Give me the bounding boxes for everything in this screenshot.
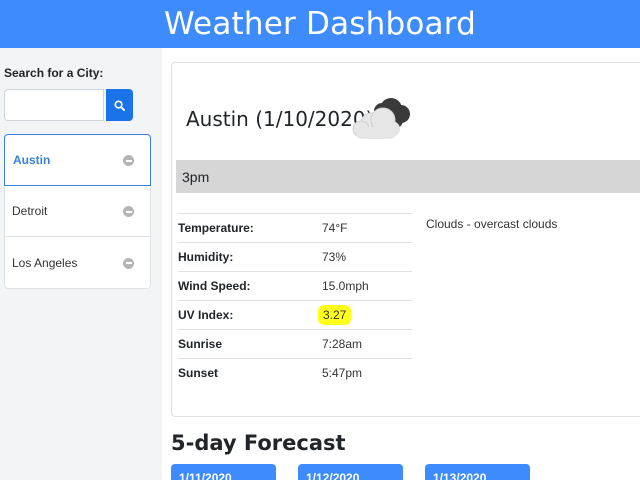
remove-city-icon[interactable] [123,206,134,217]
detail-label: Temperature: [178,221,254,235]
forecast-title: 5-day Forecast [171,431,346,455]
detail-label: Sunrise [178,337,223,351]
remove-city-icon[interactable] [123,155,134,166]
detail-row-wind-speed: Wind Speed: 15.0mph [178,271,412,300]
hour-label: 3pm [182,168,210,185]
city-name: Los Angeles [12,255,78,270]
app-header: Weather Dashboard [0,0,640,48]
detail-row-sunset: Sunset 5:47pm [178,358,412,387]
detail-value: 73% [322,250,347,264]
hour-bar: 3pm [176,160,640,193]
forecast-card: 1/13/2020 [425,464,530,480]
saved-cities-list: Austin Detroit Los Angeles [4,134,151,289]
city-name: Detroit [12,204,48,218]
search-icon [114,99,125,111]
forecast-card: 1/12/2020 [298,464,403,480]
city-item-austin[interactable]: Austin [4,134,151,186]
detail-label: Wind Speed: [178,279,251,293]
weather-description: Clouds - overcast clouds [426,217,558,231]
weather-details-table: Temperature: 74°F Humidity: 73% Wind Spe… [178,213,412,387]
uv-index-badge: 3.27 [318,305,352,325]
detail-value: 74°F [322,221,348,235]
clouds-icon [352,98,410,139]
detail-value: 5:47pm [322,366,363,380]
detail-label: UV Index: [178,308,234,322]
detail-label: Humidity: [178,250,234,264]
detail-row-temperature: Temperature: 74°F [178,213,412,242]
search-button[interactable] [106,89,133,121]
forecast-date: 1/12/2020 [306,471,360,480]
detail-value: 7:28am [322,337,363,351]
city-search-input[interactable] [4,89,104,121]
detail-label: Sunset [178,366,219,380]
city-item-detroit[interactable]: Detroit [5,186,150,237]
page-title: Weather Dashboard [164,6,476,42]
detail-row-humidity: Humidity: 73% [178,242,412,271]
detail-value: 15.0mph [322,279,369,293]
forecast-card: 1/11/2020 [171,464,276,480]
forecast-date: 1/13/2020 [433,471,487,480]
detail-row-sunrise: Sunrise 7:28am [178,329,412,358]
city-name: Austin [13,153,51,167]
remove-city-icon[interactable] [123,257,134,269]
forecast-date: 1/11/2020 [179,471,232,480]
detail-row-uv-index: UV Index: 3.27 [178,300,412,329]
city-item-los-angeles[interactable]: Los Angeles [5,237,150,288]
sidebar: Search for a City: Austin Detroit Los An… [0,48,162,480]
current-weather-card: Austin (1/10/2020) 3pm Temperature: 74°F… [171,62,640,417]
current-city-title: Austin (1/10/2020) [186,107,374,131]
search-label: Search for a City: [4,66,104,80]
